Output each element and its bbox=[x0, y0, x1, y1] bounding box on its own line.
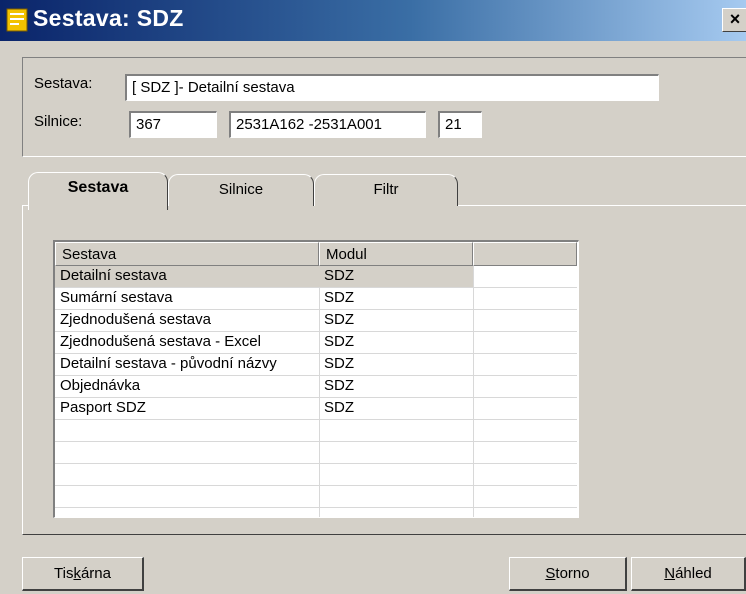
cell-sestava bbox=[55, 442, 319, 463]
tiskarna-hotkey: k bbox=[73, 565, 81, 582]
silnice-count-field[interactable]: 21 bbox=[438, 111, 482, 138]
table-row[interactable]: Pasport SDZ SDZ bbox=[55, 398, 577, 420]
tab-sestava-label: Sestava bbox=[67, 179, 129, 196]
silnice-number-field[interactable]: 367 bbox=[129, 111, 217, 138]
sestava-field[interactable]: [ SDZ ]- Detailní sestava bbox=[125, 74, 659, 101]
table-row[interactable] bbox=[55, 420, 577, 442]
cell-modul: SDZ bbox=[324, 355, 354, 372]
cell-sestava bbox=[55, 486, 319, 507]
cell-modul: SDZ bbox=[324, 377, 354, 394]
tab-silnice[interactable]: Silnice bbox=[168, 174, 314, 206]
storno-button[interactable]: Storno bbox=[509, 557, 627, 591]
window-title: Sestava: SDZ bbox=[33, 5, 184, 31]
close-button[interactable]: × bbox=[722, 8, 746, 32]
sestava-label: Sestava: bbox=[34, 75, 93, 92]
report-icon bbox=[6, 8, 28, 32]
title-bar: Sestava: SDZ × bbox=[0, 0, 746, 41]
cell-modul bbox=[319, 442, 473, 463]
tiskarna-label-post: árna bbox=[80, 565, 111, 582]
table-row[interactable]: Objednávka SDZ bbox=[55, 376, 577, 398]
cell-modul: SDZ bbox=[324, 333, 354, 350]
cell-sestava: Objednávka bbox=[60, 377, 141, 394]
table-row[interactable] bbox=[55, 464, 577, 486]
cell-sestava: Zjednodušená sestava - Excel bbox=[60, 333, 261, 350]
storno-hotkey: S bbox=[545, 565, 556, 582]
nahled-label-post: áhled bbox=[675, 565, 712, 582]
close-icon: × bbox=[729, 9, 741, 29]
cell-sestava: Pasport SDZ bbox=[60, 399, 146, 416]
cell-modul: SDZ bbox=[324, 289, 354, 306]
table-row[interactable] bbox=[55, 486, 577, 508]
silnice-label: Silnice: bbox=[34, 113, 83, 130]
table-row[interactable]: Zjednodušená sestava - Excel SDZ bbox=[55, 332, 577, 354]
column-header-modul[interactable]: Modul bbox=[319, 242, 473, 266]
column-header-empty[interactable] bbox=[473, 242, 577, 266]
cell-sestava bbox=[55, 420, 319, 441]
cell-modul: SDZ bbox=[324, 399, 354, 416]
cell-modul bbox=[319, 464, 473, 485]
table-row[interactable]: Zjednodušená sestava SDZ bbox=[55, 310, 577, 332]
nahled-button[interactable]: Náhled bbox=[631, 557, 746, 591]
cell-sestava: Sumární sestava bbox=[60, 289, 173, 306]
tab-sestava[interactable]: Sestava bbox=[28, 172, 168, 210]
silnice-range-field[interactable]: 2531A162 -2531A001 bbox=[229, 111, 426, 138]
table-row[interactable]: Detailní sestava SDZ bbox=[55, 266, 577, 288]
cell-sestava: Zjednodušená sestava bbox=[60, 311, 211, 328]
tab-silnice-label: Silnice bbox=[218, 181, 264, 198]
cell-sestava: Detailní sestava - původní názvy bbox=[60, 355, 277, 372]
column-header-sestava[interactable]: Sestava bbox=[55, 242, 319, 266]
cell-modul bbox=[319, 486, 473, 507]
report-group bbox=[22, 57, 746, 157]
report-list[interactable]: Sestava Modul Detailní sestava SDZ Sumární… bbox=[53, 240, 579, 518]
table-row[interactable]: Detailní sestava - původní názvy SDZ bbox=[55, 354, 577, 376]
nahled-hotkey: N bbox=[664, 565, 676, 582]
cell-sestava bbox=[55, 464, 319, 485]
tiskarna-button[interactable]: Tiskárna bbox=[22, 557, 144, 591]
tab-filtr[interactable]: Filtr bbox=[314, 174, 458, 206]
table-row[interactable]: Sumární sestava SDZ bbox=[55, 288, 577, 310]
cell-modul bbox=[319, 420, 473, 441]
tab-filtr-label: Filtr bbox=[373, 181, 399, 198]
cell-modul: SDZ bbox=[324, 311, 354, 328]
storno-label-post: torno bbox=[555, 565, 590, 582]
cell-modul: SDZ bbox=[319, 266, 473, 287]
tiskarna-label-pre: Tis bbox=[54, 565, 74, 582]
cell-sestava: Detailní sestava bbox=[55, 266, 319, 287]
table-row[interactable] bbox=[55, 442, 577, 464]
